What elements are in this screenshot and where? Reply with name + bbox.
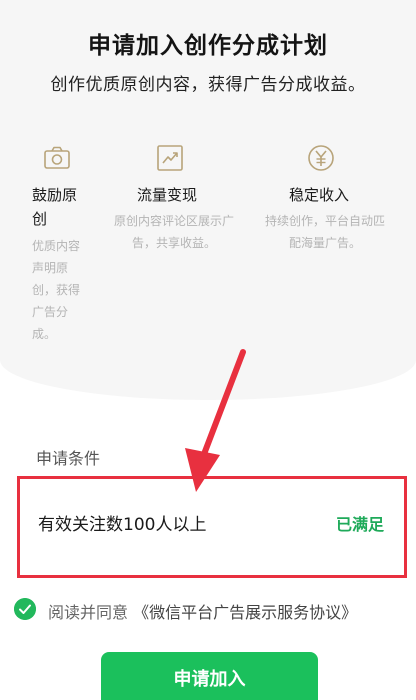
page-title: 申请加入创作分成计划 [88, 33, 328, 59]
condition-row-followers: 有效关注数100人以上 已满足 [17, 476, 407, 578]
feature-desc-original: 优质内容 声明原 创，获得 广告分 成。 [32, 239, 81, 341]
conditions-label: 申请条件 [36, 449, 101, 468]
feature-desc-traffic: 原创内容评论区展示广 告，共享收益。 [113, 214, 234, 250]
camera-icon [44, 146, 70, 169]
agreement-text: 阅读并同意 《微信平台广告展示服务协议》 [48, 599, 357, 623]
agreement-row: 阅读并同意 《微信平台广告展示服务协议》 [14, 597, 414, 623]
condition-text: 有效关注数100人以上 [38, 515, 207, 535]
page-subtitle: 创作优质原创内容，获得广告分成收益。 [50, 75, 366, 95]
feature-title-traffic: 流量变现 [137, 186, 198, 204]
agreement-link[interactable]: 《微信平台广告展示服务协议》 [133, 603, 357, 622]
feature-title-original: 鼓励原 创 [32, 186, 78, 228]
feature-desc-income: 持续创作，平台自动匹 配海量广告。 [264, 214, 385, 250]
status-badge: 已满足 [335, 515, 384, 534]
agreement-checkbox[interactable] [14, 598, 36, 620]
feature-title-income: 稳定收入 [289, 186, 350, 204]
chart-icon [157, 145, 183, 171]
apply-button[interactable]: 申请加入 [101, 652, 318, 700]
yen-icon [308, 145, 334, 171]
agreement-prefix: 阅读并同意 [48, 603, 129, 622]
